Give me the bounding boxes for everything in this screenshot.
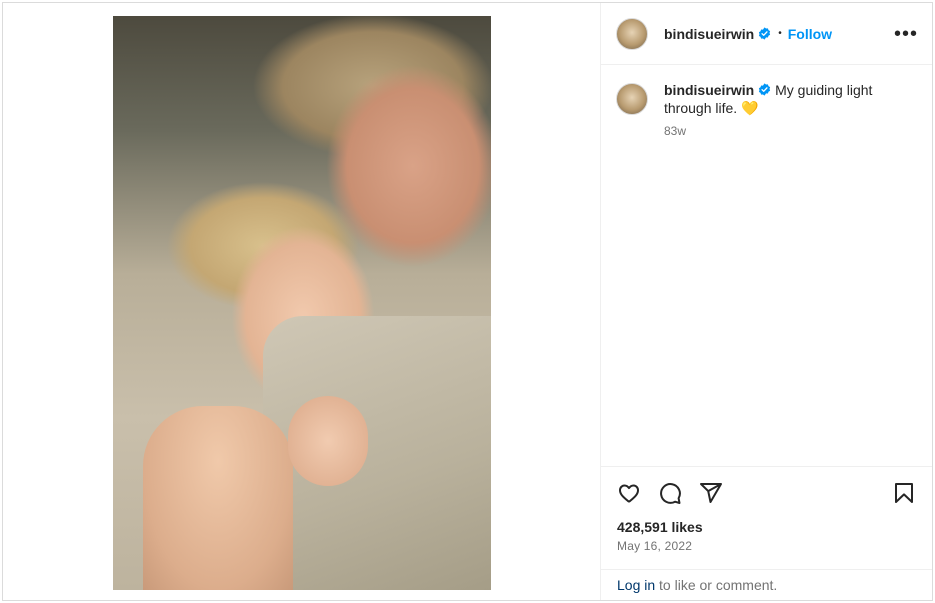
post-date[interactable]: May 16, 2022 [617, 539, 916, 553]
caption-row: bindisueirwin My guiding light through l… [616, 81, 918, 140]
caption-body: bindisueirwin My guiding light through l… [664, 81, 894, 140]
caption-author-avatar[interactable] [616, 83, 648, 115]
heart-icon[interactable] [617, 481, 641, 505]
photo-hand-shape [288, 396, 368, 486]
post-actions: 428,591 likes May 16, 2022 [601, 466, 932, 569]
comment-icon[interactable] [658, 481, 682, 505]
post-header: bindisueirwin • Follow ••• [601, 3, 932, 65]
verified-badge-icon [759, 27, 771, 40]
photo-girl-shape [143, 406, 293, 590]
post-media-area [3, 3, 601, 600]
more-options-icon[interactable]: ••• [894, 24, 918, 44]
caption-area: bindisueirwin My guiding light through l… [601, 65, 932, 466]
author-username[interactable]: bindisueirwin [664, 26, 754, 42]
verified-badge-icon [759, 83, 771, 96]
login-prompt: Log in to like or comment. [601, 569, 932, 600]
login-prompt-text: to like or comment. [655, 577, 778, 593]
caption-username[interactable]: bindisueirwin [664, 82, 754, 98]
post-dialog: bindisueirwin • Follow ••• bindisueirwin… [2, 2, 933, 601]
share-icon[interactable] [699, 481, 723, 505]
separator-dot: • [778, 28, 782, 39]
author-avatar[interactable] [616, 17, 648, 50]
action-icon-row [617, 481, 916, 505]
likes-count[interactable]: 428,591 likes [617, 519, 916, 535]
bookmark-icon[interactable] [892, 481, 916, 505]
login-link[interactable]: Log in [617, 577, 655, 593]
follow-button[interactable]: Follow [788, 26, 832, 42]
post-photo[interactable] [113, 16, 491, 590]
post-age[interactable]: 83w [664, 122, 894, 140]
post-sidebar: bindisueirwin • Follow ••• bindisueirwin… [601, 3, 932, 600]
